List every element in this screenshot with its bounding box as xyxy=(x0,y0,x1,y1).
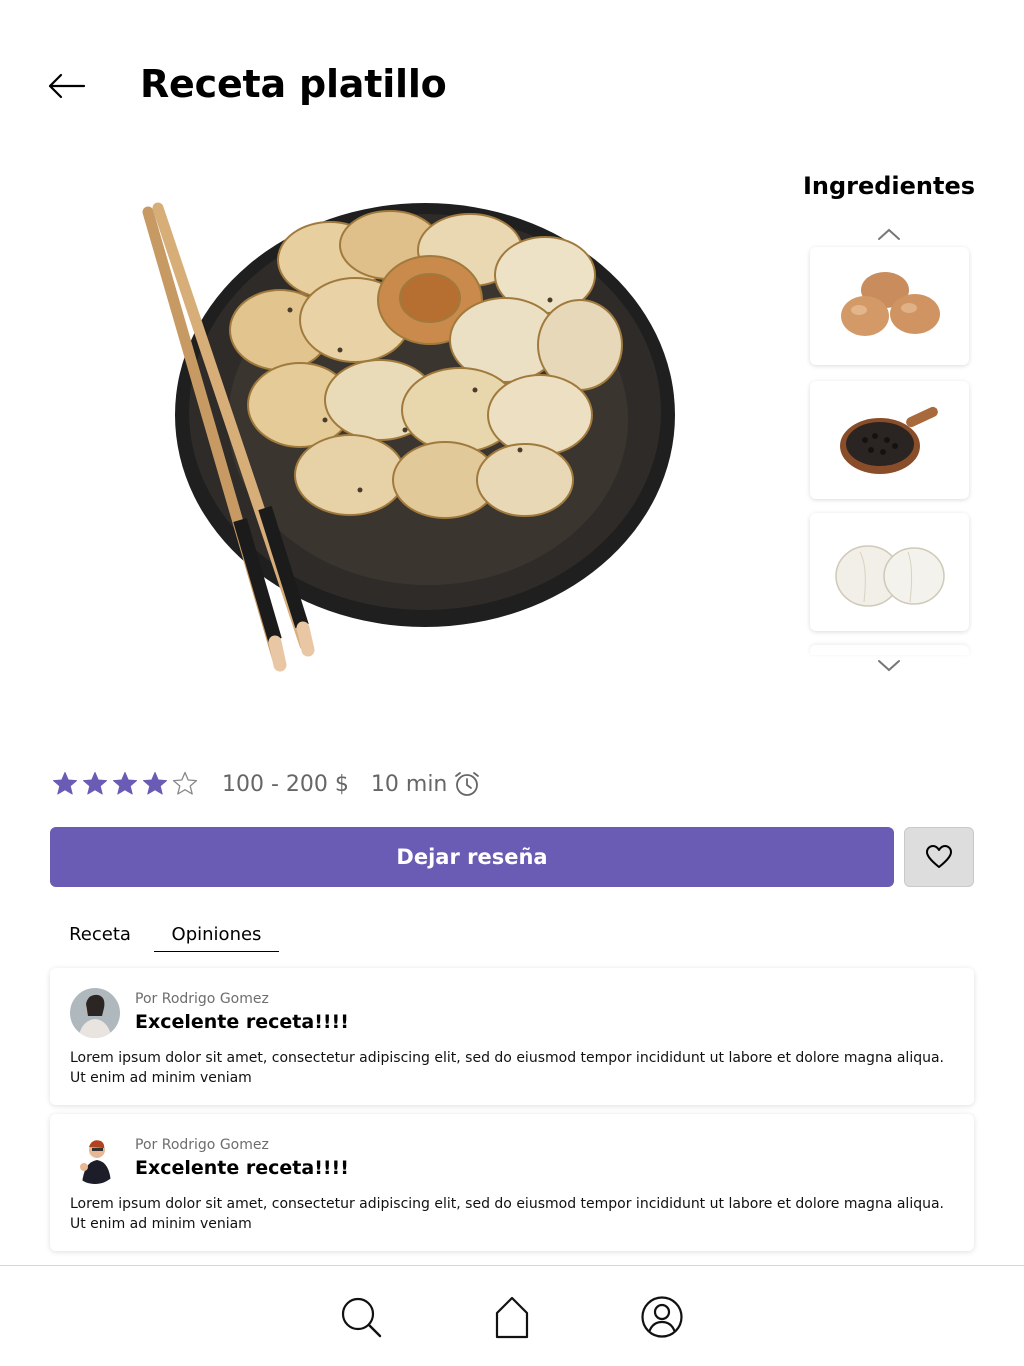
recipe-meta: 100 - 200 $ 10 min xyxy=(52,764,481,804)
nav-home-button[interactable] xyxy=(489,1294,535,1340)
user-photo-image xyxy=(70,988,120,1038)
home-icon xyxy=(495,1296,529,1339)
price-range: 100 - 200 $ xyxy=(222,771,349,797)
star-filled-icon[interactable] xyxy=(112,771,138,797)
ingredient-card-partial xyxy=(810,645,969,655)
heart-icon xyxy=(926,845,952,868)
arrow-left-icon xyxy=(48,73,86,99)
review-author: Por Rodrigo Gomez xyxy=(135,1137,269,1153)
star-filled-icon[interactable] xyxy=(52,771,78,797)
user-profile-icon xyxy=(641,1296,683,1338)
bottom-navigation xyxy=(0,1265,1024,1366)
review-card: Por Rodrigo Gomez Excelente receta!!!! L… xyxy=(50,1114,974,1251)
star-filled-icon[interactable] xyxy=(142,771,168,797)
tab-receta[interactable]: Receta xyxy=(60,924,140,945)
review-card: Por Rodrigo Gomez Excelente receta!!!! L… xyxy=(50,968,974,1105)
avatar xyxy=(70,1134,120,1184)
rating-stars[interactable] xyxy=(52,771,198,797)
chevron-up-icon xyxy=(878,228,900,240)
review-body: Lorem ipsum dolor sit amet, consectetur … xyxy=(70,1050,944,1086)
ingredients-scroll-down-button[interactable] xyxy=(874,656,904,676)
review-title: Excelente receta!!!! xyxy=(135,1011,349,1033)
review-body: Lorem ipsum dolor sit amet, consectetur … xyxy=(70,1196,944,1232)
alarm-clock-icon xyxy=(455,772,480,796)
review-title: Excelente receta!!!! xyxy=(135,1157,349,1179)
ingredient-card-eggs[interactable] xyxy=(810,247,969,365)
nav-search-button[interactable] xyxy=(338,1294,384,1340)
favorite-button[interactable] xyxy=(904,827,974,887)
prep-time: 10 min xyxy=(370,771,448,797)
user-photo-image xyxy=(70,1134,120,1184)
tab-opiniones[interactable]: Opiniones xyxy=(154,924,279,952)
ingredient-card-onion[interactable] xyxy=(810,513,969,631)
nav-profile-button[interactable] xyxy=(639,1294,685,1340)
ingredients-scroll-up-button[interactable] xyxy=(874,224,904,244)
ingredients-title: Ingredientes xyxy=(802,172,976,200)
leave-review-button[interactable]: Dejar reseña xyxy=(50,827,894,887)
pepper-image xyxy=(839,406,938,474)
onion-image xyxy=(834,545,945,607)
search-icon xyxy=(341,1297,382,1338)
back-button[interactable] xyxy=(44,68,88,104)
ingredient-card-pepper[interactable] xyxy=(810,381,969,499)
recipe-page: Receta platillo Ingredientes 100 - 200 $… xyxy=(0,0,1024,1366)
dish-image xyxy=(142,202,675,672)
star-empty-icon[interactable] xyxy=(172,771,198,797)
star-filled-icon[interactable] xyxy=(82,771,108,797)
chevron-down-icon xyxy=(878,660,900,672)
page-title: Receta platillo xyxy=(140,62,447,106)
avatar xyxy=(70,988,120,1038)
eggs-image xyxy=(840,272,940,336)
review-author: Por Rodrigo Gomez xyxy=(135,991,269,1007)
